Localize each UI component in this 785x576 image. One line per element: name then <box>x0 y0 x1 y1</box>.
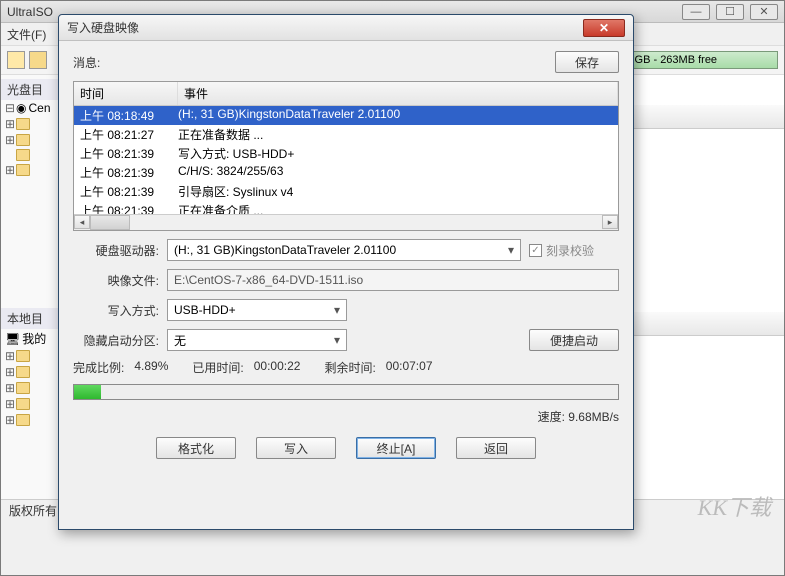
abort-button[interactable]: 终止[A] <box>356 437 436 459</box>
window-controls: — ☐ ✕ <box>682 4 778 20</box>
dialog-titlebar: 写入硬盘映像 ✕ <box>59 15 633 41</box>
col-time[interactable]: 时间 <box>74 82 178 105</box>
message-label: 消息: <box>73 54 555 71</box>
progress-fill <box>74 385 101 399</box>
write-method-select[interactable]: USB-HDD+ <box>167 299 347 321</box>
speed-label: 速度: <box>538 410 565 424</box>
log-hscrollbar[interactable]: ◂ ▸ <box>74 214 618 230</box>
scroll-thumb[interactable] <box>90 215 130 230</box>
log-row[interactable]: 上午 08:21:39写入方式: USB-HDD+ <box>74 144 618 163</box>
log-row[interactable]: 上午 08:18:49(H:, 31 GB)KingstonDataTravel… <box>74 106 618 125</box>
write-disk-image-dialog: 写入硬盘映像 ✕ 消息: 保存 时间 事件 上午 08:18:49(H:, 31… <box>58 14 634 530</box>
hidden-boot-label: 隐藏启动分区: <box>73 332 159 349</box>
log-row[interactable]: 上午 08:21:39正在准备介质 ... <box>74 201 618 214</box>
hidden-boot-select[interactable]: 无 <box>167 329 347 351</box>
maximize-button[interactable]: ☐ <box>716 4 744 20</box>
minimize-button[interactable]: — <box>682 4 710 20</box>
elapsed-label: 已用时间: <box>192 359 243 376</box>
back-button[interactable]: 返回 <box>456 437 536 459</box>
toolbar-open-icon[interactable] <box>29 51 47 69</box>
toolbar-new-icon[interactable] <box>7 51 25 69</box>
image-label: 映像文件: <box>73 272 159 289</box>
dialog-close-button[interactable]: ✕ <box>583 19 625 37</box>
dialog-button-row: 格式化 写入 终止[A] 返回 <box>73 437 619 459</box>
progress-info: 完成比例: 4.89% 已用时间: 00:00:22 剩余时间: 00:07:07 <box>73 359 619 376</box>
log-row[interactable]: 上午 08:21:39引导扇区: Syslinux v4 <box>74 182 618 201</box>
speed-value: 9.68MB/s <box>568 410 619 424</box>
verify-checkbox[interactable]: ✓刻录校验 <box>529 242 619 259</box>
log-row[interactable]: 上午 08:21:27正在准备数据 ... <box>74 125 618 144</box>
drive-select[interactable]: (H:, 31 GB)KingstonDataTraveler 2.01100 <box>167 239 521 261</box>
menu-file[interactable]: 文件(F) <box>7 26 46 43</box>
drive-label: 硬盘驱动器: <box>73 242 159 259</box>
ratio-value: 4.89% <box>134 359 168 376</box>
progress-bar <box>73 384 619 400</box>
close-button[interactable]: ✕ <box>750 4 778 20</box>
scroll-right-icon[interactable]: ▸ <box>602 215 618 229</box>
remain-value: 00:07:07 <box>386 359 433 376</box>
image-path-input[interactable] <box>167 269 619 291</box>
save-button[interactable]: 保存 <box>555 51 619 73</box>
log-listview[interactable]: 时间 事件 上午 08:18:49(H:, 31 GB)KingstonData… <box>73 81 619 231</box>
col-event[interactable]: 事件 <box>178 82 618 105</box>
remain-label: 剩余时间: <box>324 359 375 376</box>
scroll-left-icon[interactable]: ◂ <box>74 215 90 229</box>
log-row[interactable]: 上午 08:21:39C/H/S: 3824/255/63 <box>74 163 618 182</box>
quick-boot-button[interactable]: 便捷启动 <box>529 329 619 351</box>
write-button[interactable]: 写入 <box>256 437 336 459</box>
dialog-title: 写入硬盘映像 <box>67 19 583 36</box>
log-header: 时间 事件 <box>74 82 618 106</box>
write-method-label: 写入方式: <box>73 302 159 319</box>
elapsed-value: 00:00:22 <box>254 359 301 376</box>
ratio-label: 完成比例: <box>73 359 124 376</box>
format-button[interactable]: 格式化 <box>156 437 236 459</box>
